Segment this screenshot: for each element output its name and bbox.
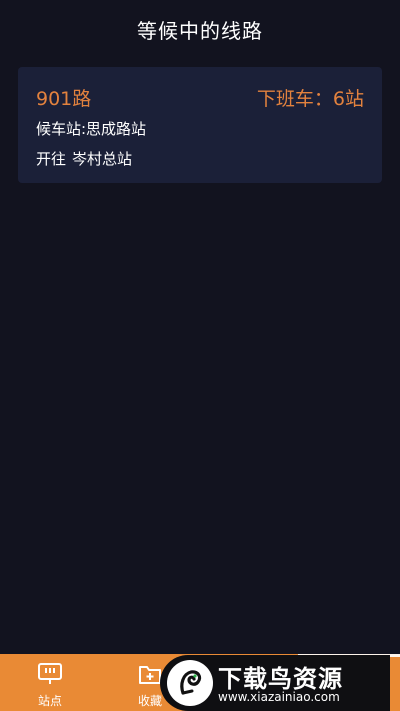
bus-stop-sign-icon [37,663,63,685]
tab-stops-label: 站点 [37,694,62,708]
destination-name: 岑村总站 [72,150,133,168]
waiting-stop: 候车站:思成路站 [36,120,147,138]
header-bar: 等候中的线路 [0,0,400,58]
watermark-title: 下载鸟资源 [218,665,343,693]
tab-stops[interactable]: 站点 [20,654,80,711]
route-name: 901路 [36,88,92,110]
destination: 开往 岑村总站 [36,148,132,169]
destination-prefix: 开往 [36,150,67,168]
next-bus-distance: 下班车：6站 [256,88,364,110]
page-title: 等候中的线路 [137,18,263,43]
bird-logo-icon [167,660,213,706]
route-card[interactable]: 901路 下班车：6站 候车站:思成路站 开往 岑村总站 [18,67,382,183]
watermark-url: www.xiazainiao.com [218,690,340,704]
watermark: 下载鸟资源 www.xiazainiao.com [160,655,390,711]
